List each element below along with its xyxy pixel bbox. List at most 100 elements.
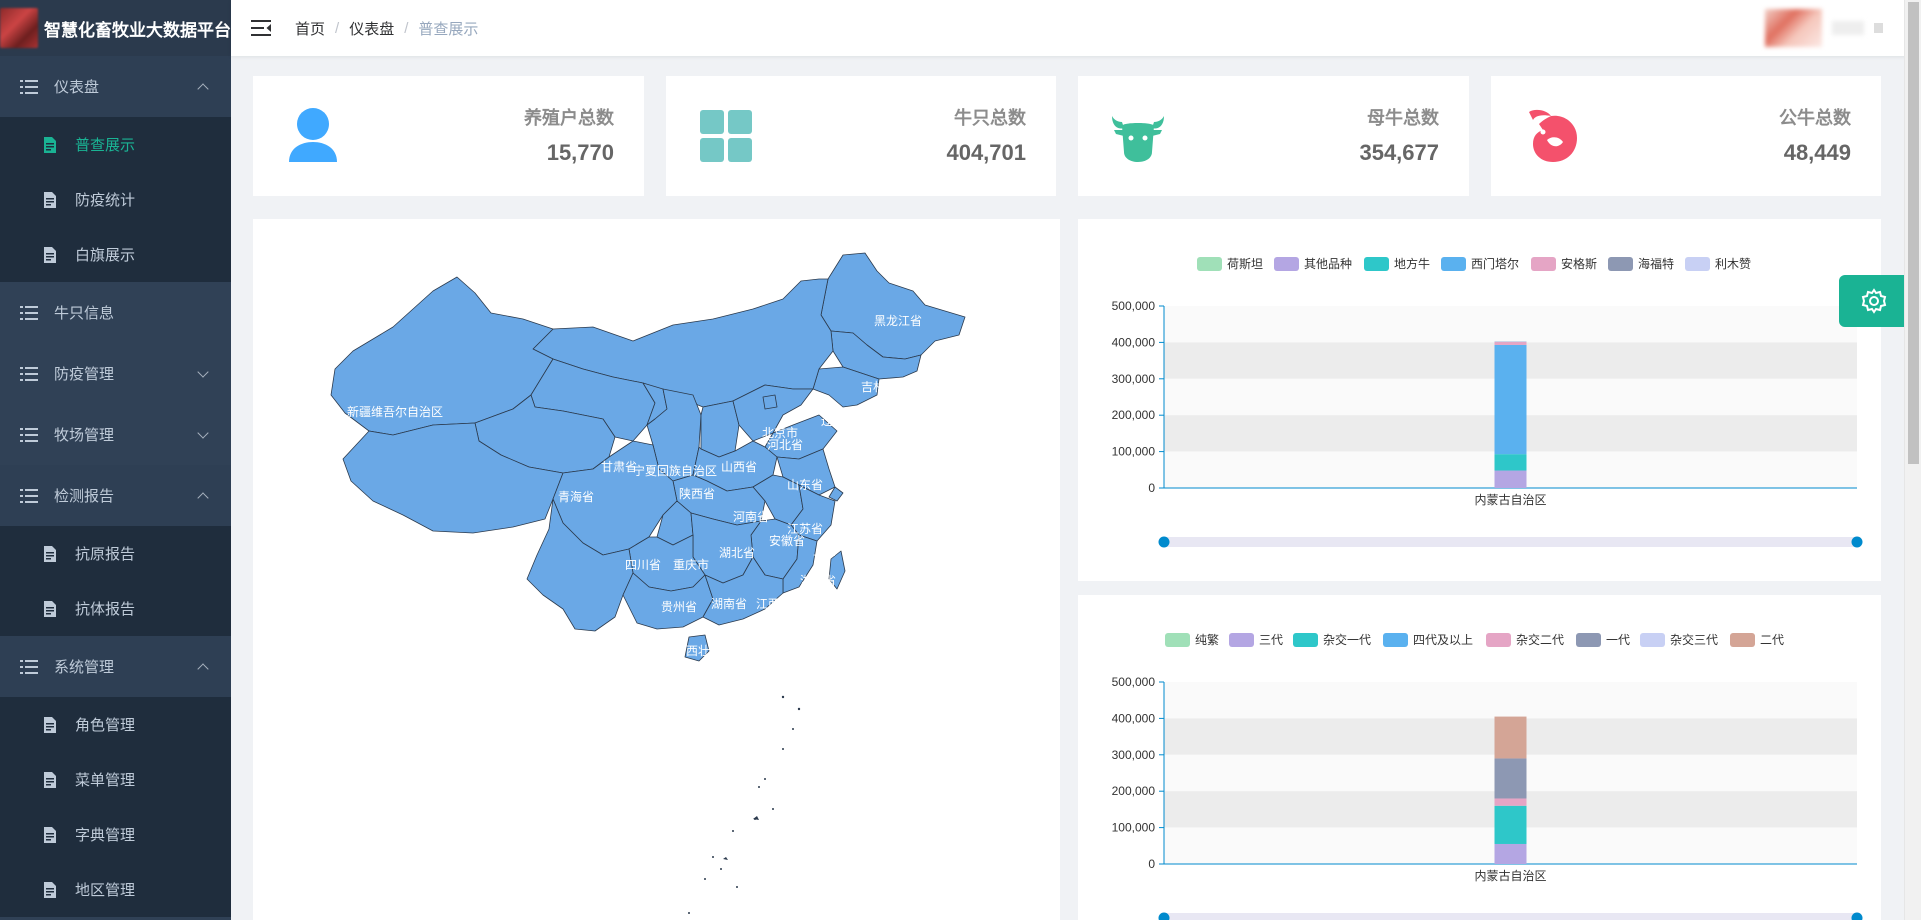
bar-segment[interactable] bbox=[1494, 470, 1527, 488]
legend-item[interactable]: 杂交二代 bbox=[1486, 632, 1564, 647]
legend-item[interactable]: 四代及以上 bbox=[1383, 633, 1473, 647]
legend-swatch bbox=[1229, 633, 1254, 647]
map-label-fujian: 福建省 bbox=[778, 617, 814, 632]
sidebar-item-label: 地区管理 bbox=[75, 882, 136, 899]
bar-segment[interactable] bbox=[1494, 798, 1527, 806]
map-label-shaanxi: 陕西省 bbox=[679, 486, 715, 501]
sidebar-item-epidemic-stats[interactable]: 防疫统计 bbox=[0, 172, 231, 227]
legend-item[interactable]: 杂交一代 bbox=[1293, 632, 1371, 647]
user-avatar-dropdown[interactable] bbox=[1765, 8, 1883, 48]
menu-item-dashboard[interactable]: 仪表盘 bbox=[0, 56, 231, 117]
data-zoom-track[interactable] bbox=[1164, 913, 1857, 920]
y-tick-label: 500,000 bbox=[1112, 675, 1156, 689]
sidebar-item-baiqi[interactable]: 白旗展示 bbox=[0, 227, 231, 282]
legend-swatch bbox=[1608, 257, 1633, 271]
y-axis: 500,000 400,000 300,000 200,000 100,000 0 bbox=[1112, 299, 1165, 495]
list-icon bbox=[20, 79, 38, 94]
map-label-guizhou: 贵州省 bbox=[661, 600, 697, 614]
map-label-zhejiang: 浙江省 bbox=[800, 574, 836, 588]
legend-label: 海福特 bbox=[1638, 256, 1674, 271]
sidebar-item-antibody-report[interactable]: 抗体报告 bbox=[0, 581, 231, 636]
sidebar-item-dict-mgmt[interactable]: 字典管理 bbox=[0, 807, 231, 862]
map-label-xinjiang: 新疆维吾尔自治区 bbox=[347, 404, 443, 419]
legend-swatch bbox=[1685, 257, 1710, 271]
sidebar-item-menu-mgmt[interactable]: 菜单管理 bbox=[0, 752, 231, 807]
sidebar-item-role-mgmt[interactable]: 角色管理 bbox=[0, 697, 231, 752]
scrollbar-thumb[interactable] bbox=[1908, 2, 1919, 464]
sidebar-item-label: 角色管理 bbox=[75, 717, 136, 734]
document-icon bbox=[44, 545, 56, 562]
menu-item-ranch-mgmt[interactable]: 牧场管理 bbox=[0, 404, 231, 465]
caret-down-icon[interactable] bbox=[1873, 23, 1883, 33]
map-label-heilongjiang: 黑龙江省 bbox=[874, 314, 922, 328]
bar-segment[interactable] bbox=[1494, 758, 1527, 799]
legend-label: 荷斯坦 bbox=[1227, 257, 1263, 271]
legend-item[interactable]: 西门塔尔 bbox=[1441, 256, 1519, 271]
menu-item-cattle-info[interactable]: 牛只信息 bbox=[0, 282, 231, 343]
menu-item-system-mgmt[interactable]: 系统管理 bbox=[0, 636, 231, 697]
bar-segment[interactable] bbox=[1494, 344, 1527, 455]
legend-label: 三代 bbox=[1259, 633, 1283, 647]
map-label-taiwan: 台湾 bbox=[816, 643, 840, 658]
menu-item-epidemic-mgmt[interactable]: 防疫管理 bbox=[0, 343, 231, 404]
document-icon bbox=[44, 716, 56, 733]
sidebar-item-region-mgmt[interactable]: 地区管理 bbox=[0, 862, 231, 917]
hamburger-icon[interactable] bbox=[251, 19, 271, 37]
menu-item-test-reports[interactable]: 检测报告 bbox=[0, 465, 231, 526]
legend-item[interactable]: 其他品种 bbox=[1274, 257, 1352, 271]
map-label-hainan: 海南省 bbox=[707, 665, 743, 680]
legend-item[interactable]: 杂交三代 bbox=[1640, 632, 1718, 647]
data-zoom-handle-right[interactable] bbox=[1851, 536, 1863, 548]
legend-item[interactable]: 一代 bbox=[1576, 633, 1630, 647]
legend-item[interactable]: 荷斯坦 bbox=[1197, 257, 1263, 271]
map-regions[interactable] bbox=[330, 252, 966, 662]
bar-segment[interactable] bbox=[1494, 454, 1527, 471]
bar-segment[interactable] bbox=[1494, 805, 1527, 844]
document-icon bbox=[44, 136, 56, 153]
avatar[interactable] bbox=[1765, 9, 1822, 47]
menu-label: 系统管理 bbox=[54, 659, 115, 676]
legend-item[interactable]: 三代 bbox=[1229, 633, 1283, 647]
breadcrumb: 首页 / 仪表盘 / 普查展示 bbox=[295, 18, 478, 39]
legend-label: 西门塔尔 bbox=[1471, 256, 1519, 271]
sidebar-item-label: 防疫统计 bbox=[75, 192, 136, 209]
top-navbar: 首页 / 仪表盘 / 普查展示 bbox=[231, 0, 1921, 56]
data-zoom-handle-left[interactable] bbox=[1158, 536, 1170, 548]
grid-band bbox=[1164, 682, 1857, 719]
y-tick-label: 300,000 bbox=[1112, 372, 1156, 386]
menu-label: 检测报告 bbox=[54, 488, 115, 505]
stat-label: 牛只总数 bbox=[954, 108, 1026, 128]
map-label-hubei: 湖北省 bbox=[719, 545, 755, 560]
chevron-down-icon bbox=[197, 426, 209, 439]
sidebar-item-antigen-report[interactable]: 抗原报告 bbox=[0, 526, 231, 581]
legend-item[interactable]: 安格斯 bbox=[1531, 256, 1597, 271]
document-icon bbox=[44, 246, 56, 263]
bar-segment[interactable] bbox=[1494, 342, 1527, 345]
chevron-down-icon bbox=[197, 365, 209, 378]
breadcrumb-dashboard[interactable]: 仪表盘 bbox=[349, 18, 394, 39]
map-label-qinghai: 青海省 bbox=[558, 489, 594, 504]
legend-item[interactable]: 海福特 bbox=[1608, 256, 1674, 271]
data-zoom-slider[interactable] bbox=[1158, 912, 1863, 920]
breadcrumb-current: 普查展示 bbox=[418, 20, 479, 38]
data-zoom-slider[interactable] bbox=[1158, 536, 1863, 548]
legend-label: 纯繁 bbox=[1195, 632, 1219, 647]
region-beijing[interactable] bbox=[762, 394, 778, 410]
legend-item[interactable]: 二代 bbox=[1730, 633, 1784, 647]
legend-item[interactable]: 地方牛 bbox=[1364, 256, 1430, 271]
data-zoom-track[interactable] bbox=[1164, 537, 1857, 547]
legend-item[interactable]: 利木赞 bbox=[1685, 257, 1751, 271]
breadcrumb-home[interactable]: 首页 bbox=[295, 18, 325, 39]
page-scrollbar[interactable] bbox=[1904, 0, 1921, 920]
document-icon bbox=[44, 191, 56, 208]
menu-label: 牛只信息 bbox=[54, 305, 115, 322]
region-shanxi[interactable] bbox=[700, 400, 740, 458]
legend-item[interactable]: 纯繁 bbox=[1165, 632, 1219, 647]
sidebar-item-census[interactable]: 普查展示 bbox=[0, 117, 231, 172]
logo-image bbox=[0, 8, 38, 48]
bar-segment[interactable] bbox=[1494, 716, 1527, 759]
bar-segment[interactable] bbox=[1494, 843, 1527, 864]
y-tick-label: 300,000 bbox=[1112, 748, 1156, 762]
breed-chart-panel: 荷斯坦 其他品种 地方牛 西门塔尔 安格斯 海福特 利木赞 500,000 400,000 300… bbox=[1078, 219, 1881, 581]
settings-button[interactable] bbox=[1839, 275, 1909, 327]
